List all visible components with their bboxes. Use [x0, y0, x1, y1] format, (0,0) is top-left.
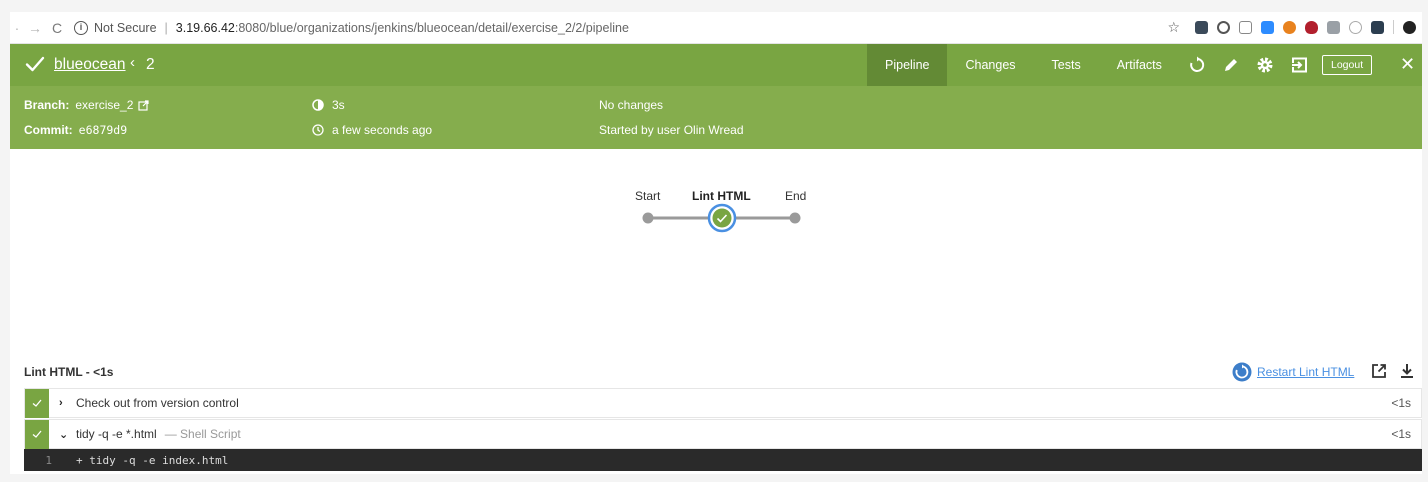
end-node: [789, 212, 801, 224]
back-icon[interactable]: ·: [10, 20, 24, 36]
pipeline-graph: Start Lint HTML End: [630, 184, 830, 244]
info-icon[interactable]: i: [74, 20, 88, 35]
tab-tests[interactable]: Tests: [1034, 44, 1099, 86]
stage-title-name: Lint HTML -: [24, 365, 94, 379]
chevron-right-icon[interactable]: ›: [59, 397, 73, 409]
url-host: 3.19.66.42: [175, 20, 235, 35]
run-number: 2: [146, 56, 155, 73]
step-duration: <1s: [1391, 427, 1411, 441]
exit-to-classic-icon[interactable]: [1282, 44, 1316, 86]
time-ago: a few seconds ago: [332, 123, 433, 137]
restart-icon: [1232, 362, 1252, 382]
step-name: Check out from version control: [76, 396, 239, 410]
commit-hash: e6879d9: [78, 123, 128, 137]
close-icon[interactable]: ✕: [1400, 54, 1415, 75]
stage-success-node[interactable]: [712, 208, 732, 228]
external-link-icon[interactable]: [138, 99, 149, 111]
stage-title: Lint HTML - <1s: [24, 365, 113, 379]
pipeline-name-link[interactable]: blueocean: [54, 56, 126, 74]
started-by: Started by user Olin Wread: [599, 123, 744, 137]
download-icon[interactable]: [1399, 362, 1415, 385]
commit-row: Commit: e6879d9: [24, 123, 127, 137]
bookmark-star-icon[interactable]: ☆: [1167, 20, 1180, 34]
forward-icon[interactable]: →: [24, 20, 46, 36]
extensions-bar: ☆: [1167, 20, 1416, 34]
start-node: [642, 212, 654, 224]
ublock-extension-icon[interactable]: [1305, 20, 1318, 34]
open-external-icon[interactable]: [1370, 362, 1388, 385]
pipeline-graph-svg: [642, 203, 801, 233]
run-details: Branch: exercise_2 Commit: e6879d9 3s a …: [10, 86, 1422, 149]
stage-duration: <1s: [93, 365, 114, 379]
step-duration: <1s: [1391, 396, 1411, 410]
header-actions: Logout: [1180, 44, 1373, 86]
step-log: 1 + tidy -q -e index.html: [24, 449, 1422, 471]
extension-icon[interactable]: [1195, 20, 1208, 34]
tab-pipeline[interactable]: Pipeline: [867, 44, 948, 86]
toolbar-divider: [1393, 20, 1394, 34]
tab-changes[interactable]: Changes: [947, 44, 1033, 86]
step-success-icon: [25, 419, 49, 449]
rerun-icon[interactable]: [1180, 44, 1214, 86]
log-line-number[interactable]: 1: [24, 454, 76, 467]
extension-icon[interactable]: [1239, 20, 1252, 34]
profile-avatar[interactable]: [1403, 20, 1416, 34]
page: · → C i Not Secure | 3.19.66.42:8080/blu…: [10, 12, 1422, 474]
step-success-icon: [25, 388, 49, 418]
extension-icon[interactable]: [1217, 20, 1230, 34]
branch-row: Branch: exercise_2: [24, 98, 149, 112]
time-row: a few seconds ago: [312, 123, 432, 137]
duration-value: 3s: [332, 98, 345, 112]
step-row[interactable]: ⌄ tidy -q -e *.html — Shell Script <1s: [24, 419, 1422, 449]
google-extension-icon[interactable]: [1349, 20, 1362, 34]
branch-label: Branch:: [24, 98, 70, 112]
clock-icon: [312, 124, 324, 136]
reload-icon[interactable]: C: [46, 20, 68, 36]
browser-toolbar: · → C i Not Secure | 3.19.66.42:8080/blu…: [10, 12, 1422, 44]
security-label: Not Secure: [94, 20, 157, 35]
branch-value: exercise_2: [75, 98, 134, 112]
restart-stage-label[interactable]: Restart Lint HTML: [1257, 365, 1354, 379]
url-path: :8080/blue/organizations/jenkins/blueoce…: [234, 20, 629, 35]
logout-button[interactable]: Logout: [1322, 55, 1373, 75]
chevron-left-icon: ‹: [130, 54, 135, 71]
success-check-icon: [25, 56, 45, 72]
extension-icon[interactable]: [1371, 20, 1384, 34]
address-separator: |: [164, 20, 168, 35]
run-header: blueocean ‹ 2 Pipeline Changes Tests Art…: [10, 44, 1422, 86]
run-tabs: Pipeline Changes Tests Artifacts: [867, 44, 1180, 86]
address-bar[interactable]: i Not Secure | 3.19.66.42:8080/blue/orga…: [74, 17, 629, 39]
duration-icon: [312, 99, 324, 111]
duration-row: 3s: [312, 98, 345, 112]
log-line-text: + tidy -q -e index.html: [76, 453, 229, 467]
restart-stage-button[interactable]: Restart Lint HTML: [1232, 362, 1354, 382]
commit-label: Commit:: [24, 123, 73, 137]
tab-artifacts[interactable]: Artifacts: [1099, 44, 1180, 86]
metamask-extension-icon[interactable]: [1283, 20, 1296, 34]
zoom-extension-icon[interactable]: [1261, 20, 1274, 34]
chevron-down-icon[interactable]: ⌄: [59, 428, 73, 441]
gear-icon[interactable]: [1248, 44, 1282, 86]
changes-summary: No changes: [599, 98, 664, 112]
edit-pencil-icon[interactable]: [1214, 44, 1248, 86]
step-name: tidy -q -e *.html: [76, 427, 157, 441]
step-row[interactable]: › Check out from version control <1s: [24, 388, 1422, 418]
extension-icon[interactable]: [1327, 20, 1340, 34]
step-type: — Shell Script: [164, 427, 241, 441]
